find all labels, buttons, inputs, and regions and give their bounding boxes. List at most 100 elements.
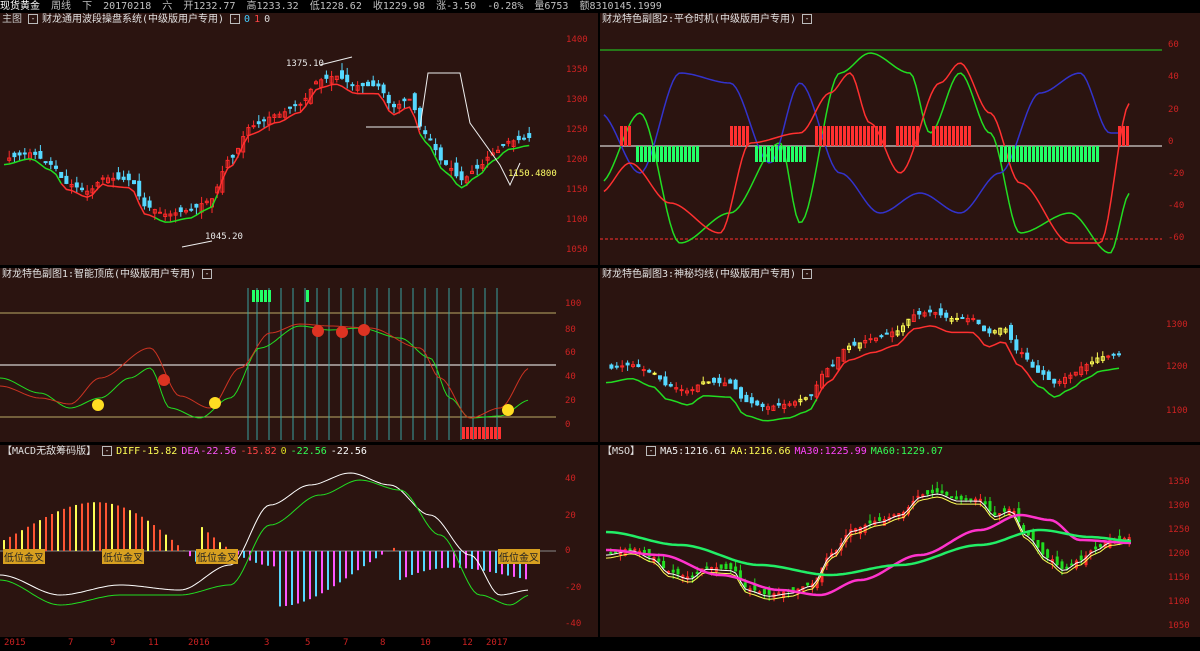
green-bar	[791, 146, 794, 162]
candle-body	[126, 173, 131, 181]
mso-indicator-name[interactable]: 【MSO】	[602, 446, 640, 457]
candle-body	[262, 119, 266, 122]
green-bar	[1080, 146, 1083, 162]
candle-body	[959, 495, 963, 500]
main-chart-canvas[interactable]	[0, 13, 598, 265]
main-chart-indicator-name[interactable]: 财龙通用波段操盘系统(中级版用户专用)	[42, 14, 224, 25]
candle-body	[293, 104, 298, 107]
red-bar	[498, 427, 501, 439]
date-axis: 2015 7 9 11 2016 3 5 7 8 10 12 2017	[0, 637, 598, 651]
green-bar	[696, 146, 699, 162]
red-bar	[960, 126, 963, 146]
smile-icon	[209, 397, 221, 409]
candle-body	[116, 172, 121, 180]
date-tick: 5	[305, 638, 311, 648]
ma30-line	[606, 513, 1132, 597]
macd-panel[interactable]: 【MACD无敌筹码版】 - DIFF-15.82 DEA-22.56 -15.82 0 -2…	[0, 445, 598, 637]
red-bar	[819, 126, 822, 146]
close-timing-indicator-name[interactable]: 财龙特色副图2:平仓时机(中级版用户专用)	[602, 14, 796, 25]
green-bar	[1056, 146, 1059, 162]
axis-tick: -20	[1168, 169, 1185, 179]
collapse-icon[interactable]: -	[102, 446, 113, 456]
red-bar	[730, 126, 733, 146]
quote-close: 收1229.98	[372, 1, 426, 12]
quote-change-pct: -0.28%	[487, 1, 524, 12]
quote-high: 高1233.32	[246, 1, 299, 12]
axis-tick: -40	[1168, 201, 1185, 211]
panel-divider-vertical[interactable]	[598, 13, 600, 637]
candle-body	[636, 364, 641, 368]
close-timing-canvas[interactable]	[600, 13, 1200, 265]
candle-body	[988, 501, 992, 512]
flower-icon	[336, 326, 348, 338]
mystic-ma-panel[interactable]: 财龙特色副图3:神秘均线(中级版用户专用) - 1300 1200 1100	[600, 268, 1200, 442]
red-bar	[478, 427, 481, 439]
macd-extra-2: 0	[280, 446, 287, 457]
red-bar	[815, 126, 818, 146]
candle-body	[916, 495, 920, 498]
green-bar	[1008, 146, 1011, 162]
red-bar	[940, 126, 943, 146]
collapse-icon[interactable]: -	[28, 14, 38, 24]
candle-body	[728, 379, 733, 384]
green-bar	[668, 146, 671, 162]
collapse-icon[interactable]: -	[646, 446, 657, 456]
candle-body	[647, 369, 652, 373]
macd-canvas[interactable]	[0, 445, 598, 637]
red-bar	[1118, 126, 1121, 146]
mso-panel[interactable]: 【MSO】 - MA5:1216.61 AA:1216.66 MA30:1225.99 M…	[600, 445, 1200, 637]
main-chart-v2: 1	[254, 14, 261, 25]
smart-top-bottom-indicator-name[interactable]: 财龙特色副图1:智能顶底(中级版用户专用)	[2, 269, 196, 280]
axis-tick: 1050	[566, 245, 588, 255]
candle-body	[945, 491, 949, 496]
red-bar	[742, 126, 745, 146]
candle-body	[412, 93, 417, 111]
candle-body	[256, 121, 261, 125]
candle-body	[1118, 535, 1122, 540]
quote-direction: 下	[82, 1, 93, 12]
candle-body	[345, 74, 350, 83]
candle-body	[251, 125, 256, 128]
candle-body	[987, 328, 992, 334]
candle-body	[350, 84, 355, 87]
red-bar	[916, 126, 919, 146]
green-bar	[779, 146, 782, 162]
quote-open: 开1232.77	[183, 1, 236, 12]
main-chart-v3: 0	[264, 14, 271, 25]
red-bar	[968, 126, 971, 146]
collapse-icon[interactable]: -	[230, 14, 241, 24]
smart-top-bottom-canvas[interactable]	[0, 268, 598, 442]
mystic-ma-canvas[interactable]	[600, 268, 1200, 442]
candle-body	[695, 571, 699, 574]
green-bar	[256, 290, 259, 302]
quote-instrument[interactable]: 现货黄金	[0, 1, 40, 12]
main-chart-panel[interactable]: 主图 - 财龙通用波段操盘系统(中级版用户专用) -0 1 0 1375.10 1045.…	[0, 13, 598, 265]
red-bar	[936, 126, 939, 146]
mso-canvas[interactable]	[600, 445, 1200, 637]
candle-body	[676, 568, 680, 575]
close-timing-panel[interactable]: 财龙特色副图2:平仓时机(中级版用户专用) - 60 40 20 0 -20 -4…	[600, 13, 1200, 265]
candle-body	[1041, 542, 1045, 555]
red-bar	[486, 427, 489, 439]
candle-body	[950, 496, 954, 499]
collapse-icon[interactable]: -	[202, 269, 213, 279]
candle-body	[43, 161, 48, 164]
smart-top-bottom-panel[interactable]: 财龙特色副图1:智能顶底(中级版用户专用) - 100 80 60 40 20 0	[0, 268, 598, 442]
green-bar	[660, 146, 663, 162]
axis-tick: 80	[565, 325, 576, 335]
axis-tick: -60	[1168, 233, 1185, 243]
collapse-icon[interactable]: -	[802, 269, 813, 279]
candle-body	[1025, 352, 1030, 360]
candle-body	[668, 384, 673, 387]
red-bar	[932, 126, 935, 146]
high-marker-line	[319, 56, 353, 66]
red-bar	[482, 427, 485, 439]
candle-body	[1014, 339, 1019, 351]
candle-body	[982, 325, 986, 332]
quote-period[interactable]: 周线	[51, 1, 71, 12]
macd-indicator-name[interactable]: 【MACD无敌筹码版】	[2, 446, 96, 457]
mystic-ma-indicator-name[interactable]: 财龙特色副图3:神秘均线(中级版用户专用)	[602, 269, 796, 280]
collapse-icon[interactable]: -	[802, 14, 813, 24]
red-bar	[900, 126, 903, 146]
candle-body	[809, 394, 814, 397]
